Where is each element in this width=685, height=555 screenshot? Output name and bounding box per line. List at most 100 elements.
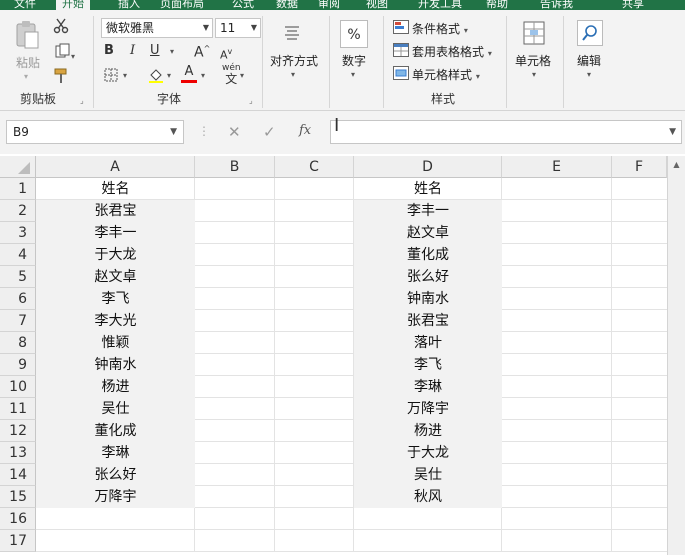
phonetic-dropdown-icon[interactable]: ▾ [240,71,244,80]
paste-icon[interactable] [14,20,40,50]
cell-column-a[interactable]: 于大龙 [36,244,195,266]
more-options-icon[interactable]: ⋮ [198,124,210,138]
cell-column-a[interactable]: 李大光 [36,310,195,332]
alignment-button[interactable]: 对齐方式 [270,52,318,69]
clipboard-launcher-icon[interactable]: ⌟ [80,94,84,108]
cell-column-d[interactable]: 董化成 [354,244,502,266]
cell-column-a[interactable]: 董化成 [36,420,195,442]
row-header[interactable]: 12 [0,420,36,442]
underline-dropdown-icon[interactable]: ▾ [170,47,174,56]
enter-icon[interactable]: ✓ [263,123,276,141]
conditional-formatting-icon[interactable] [393,20,409,38]
cell-column-d[interactable]: 赵文卓 [354,222,502,244]
format-as-table-button[interactable]: 套用表格格式 ▾ [412,43,492,60]
cell-column-a[interactable]: 李丰一 [36,222,195,244]
scroll-up-icon[interactable]: ▲ [668,160,685,169]
cell-column-a[interactable]: 惟颖 [36,332,195,354]
tab-insert[interactable]: 插入 [118,0,140,10]
underline-button[interactable]: U [150,44,160,58]
copy-icon[interactable]: ▾ [52,43,78,64]
tab-page-layout[interactable]: 页面布局 [160,0,204,10]
editing-dropdown-icon[interactable]: ▾ [587,70,591,79]
cell-column-a[interactable]: 张君宝 [36,200,195,222]
select-all-corner[interactable] [0,156,36,178]
row-header[interactable]: 17 [0,530,36,552]
row-header[interactable]: 7 [0,310,36,332]
row-header[interactable]: 11 [0,398,36,420]
format-as-table-icon[interactable] [393,43,409,61]
cell-column-a[interactable]: 吴仕 [36,398,195,420]
column-header-b[interactable]: B [195,156,275,178]
cell-styles-button[interactable]: 单元格样式 ▾ [412,66,480,83]
alignment-dropdown-icon[interactable]: ▾ [291,70,295,79]
row-header[interactable]: 16 [0,508,36,530]
row-header[interactable]: 15 [0,486,36,508]
cell-column-d[interactable]: 张君宝 [354,310,502,332]
cell-column-d[interactable]: 吴仕 [354,464,502,486]
column-header-a[interactable]: A [36,156,195,178]
cell-column-d[interactable]: 万降宇 [354,398,502,420]
cell-styles-icon[interactable] [393,66,409,84]
column-header-d[interactable]: D [354,156,502,178]
tab-formulas[interactable]: 公式 [232,0,254,10]
row-header[interactable]: 2 [0,200,36,222]
column-header-c[interactable]: C [275,156,354,178]
font-color-dropdown-icon[interactable]: ▾ [201,71,205,80]
row-header[interactable]: 13 [0,442,36,464]
paste-dropdown-icon[interactable]: ▾ [24,72,28,81]
tab-file[interactable]: 文件 [14,0,36,10]
cell-column-a[interactable]: 李飞 [36,288,195,310]
formula-input[interactable]: ▼ [330,120,682,144]
row-header[interactable]: 6 [0,288,36,310]
tab-help[interactable]: 帮助 [486,0,508,10]
cell-column-a[interactable]: 姓名 [36,178,195,200]
bold-button[interactable]: B [104,44,114,58]
cell-column-a[interactable]: 张么好 [36,464,195,486]
format-painter-icon[interactable] [52,68,70,88]
cell-column-a[interactable]: 钟南水 [36,354,195,376]
row-header[interactable]: 5 [0,266,36,288]
number-format-button[interactable]: 数字 [342,52,366,69]
tab-share[interactable]: 共享 [622,0,644,10]
cell-column-d[interactable]: 李琳 [354,376,502,398]
cancel-icon[interactable]: ✕ [228,123,241,141]
row-header[interactable]: 3 [0,222,36,244]
name-box[interactable]: B9 ▼ [6,120,184,144]
cell-column-d[interactable]: 秋风 [354,486,502,508]
shrink-font-button[interactable]: Av [220,45,232,63]
font-color-icon[interactable]: A [181,65,197,83]
cell-column-d[interactable]: 杨进 [354,420,502,442]
column-header-e[interactable]: E [502,156,612,178]
chevron-down-icon[interactable]: ▼ [170,121,177,143]
cell-column-a[interactable]: 赵文卓 [36,266,195,288]
cells-dropdown-icon[interactable]: ▾ [532,70,536,79]
row-header[interactable]: 4 [0,244,36,266]
cells-icon[interactable] [522,20,546,50]
cell-column-d[interactable]: 于大龙 [354,442,502,464]
font-size-select[interactable]: 11 ▼ [215,18,261,38]
vertical-scrollbar[interactable]: ▲ [667,156,685,555]
editing-button[interactable]: 编辑 [577,52,601,69]
row-header[interactable]: 8 [0,332,36,354]
tab-home[interactable]: 开始 [56,0,90,10]
insert-function-button[interactable]: fx [299,123,311,138]
tab-view[interactable]: 视图 [366,0,388,10]
cell-column-d[interactable]: 李飞 [354,354,502,376]
tab-developer[interactable]: 开发工具 [418,0,462,10]
borders-dropdown-icon[interactable]: ▾ [123,71,127,80]
cell-column-a[interactable]: 李琳 [36,442,195,464]
worksheet-grid[interactable]: A B C D E F ▲ 1 2 3 4 5 6 7 8 9 10 11 12 13 14 15 16 17 姓… [0,154,685,555]
cut-icon[interactable] [52,18,70,38]
font-launcher-icon[interactable]: ⌟ [249,94,253,108]
column-header-f[interactable]: F [612,156,667,178]
cell-column-a[interactable]: 杨进 [36,376,195,398]
grow-font-button[interactable]: A^ [194,42,210,60]
font-name-select[interactable]: 微软雅黑 ▼ [101,18,213,38]
tab-review[interactable]: 审阅 [318,0,340,10]
conditional-formatting-button[interactable]: 条件格式 ▾ [412,20,468,37]
cell-column-d[interactable]: 张么好 [354,266,502,288]
cell-column-d[interactable]: 李丰一 [354,200,502,222]
cell-column-a[interactable]: 万降宇 [36,486,195,508]
cell-column-d[interactable]: 落叶 [354,332,502,354]
cell-column-d[interactable]: 姓名 [354,178,502,200]
